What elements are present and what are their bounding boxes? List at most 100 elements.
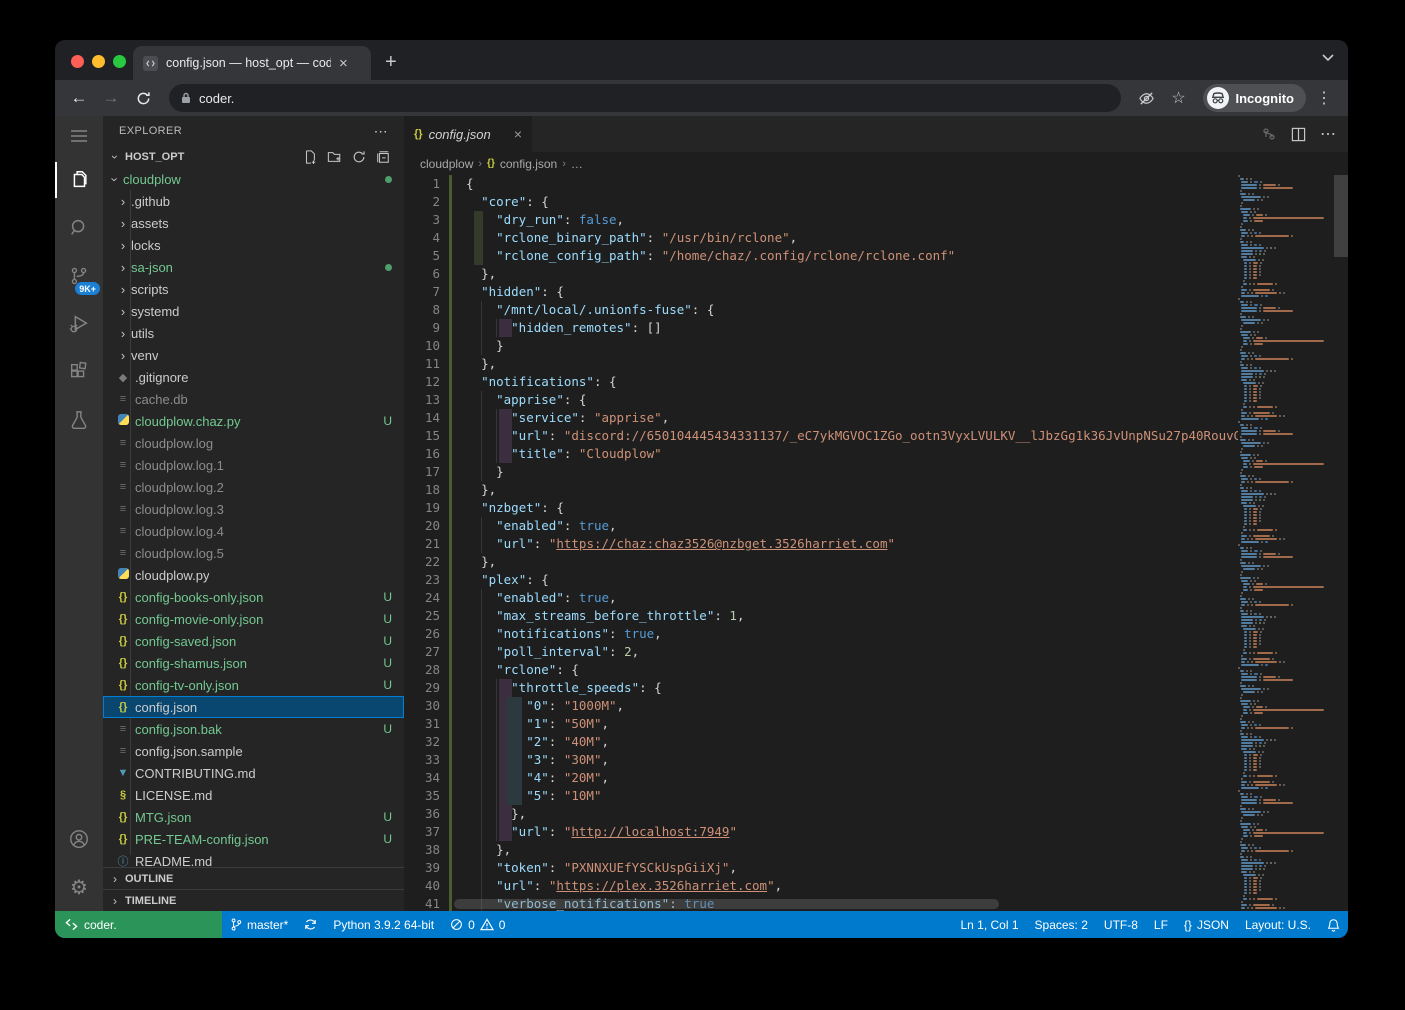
tree-item-locks[interactable]: ›locks bbox=[103, 234, 404, 256]
code-lines[interactable]: 1{2 "core": {3 "dry_run": false,4 "rclon… bbox=[404, 175, 1238, 911]
code-line-19[interactable]: 19 "nzbget": { bbox=[404, 499, 1238, 517]
tree-item-PRE-TEAM-config.json[interactable]: {}PRE-TEAM-config.jsonU bbox=[103, 828, 404, 850]
tree-item-cloudplow.log.2[interactable]: ≡cloudplow.log.2 bbox=[103, 476, 404, 498]
code-line-34[interactable]: 34 "4": "20M", bbox=[404, 769, 1238, 787]
code-line-31[interactable]: 31 "1": "50M", bbox=[404, 715, 1238, 733]
address-bar[interactable]: coder. bbox=[169, 84, 1121, 112]
keyboard-layout[interactable]: Layout: U.S. bbox=[1237, 911, 1319, 938]
refresh-icon[interactable] bbox=[352, 150, 366, 164]
breadcrumb-symbol[interactable]: … bbox=[571, 157, 583, 171]
menu-hamburger-icon[interactable] bbox=[55, 116, 103, 156]
chevron-right-icon[interactable]: › bbox=[115, 348, 131, 363]
new-tab-button[interactable]: + bbox=[385, 51, 397, 74]
tree-item-config.json.sample[interactable]: ≡config.json.sample bbox=[103, 740, 404, 762]
code-line-24[interactable]: 24 "enabled": true, bbox=[404, 589, 1238, 607]
code-line-33[interactable]: 33 "3": "30M", bbox=[404, 751, 1238, 769]
eol-indicator[interactable]: LF bbox=[1146, 911, 1176, 938]
reload-button[interactable] bbox=[129, 84, 157, 112]
settings-gear-icon[interactable]: ⚙ bbox=[55, 863, 103, 911]
code-line-3[interactable]: 3 "dry_run": false, bbox=[404, 211, 1238, 229]
tree-item-LICENSE.md[interactable]: §LICENSE.md bbox=[103, 784, 404, 806]
tree-item-cloudplow.chaz.py[interactable]: cloudplow.chaz.pyU bbox=[103, 410, 404, 432]
explorer-activity-icon[interactable] bbox=[55, 156, 103, 204]
browser-tab[interactable]: config.json — host_opt — code × bbox=[133, 46, 371, 80]
code-line-23[interactable]: 23 "plex": { bbox=[404, 571, 1238, 589]
code-line-18[interactable]: 18 }, bbox=[404, 481, 1238, 499]
code-line-20[interactable]: 20 "enabled": true, bbox=[404, 517, 1238, 535]
chevron-right-icon[interactable]: › bbox=[115, 194, 131, 209]
code-line-2[interactable]: 2 "core": { bbox=[404, 193, 1238, 211]
tree-item-systemd[interactable]: ›systemd bbox=[103, 300, 404, 322]
tree-item-.github[interactable]: ›.github bbox=[103, 190, 404, 212]
editor-tab-config-json[interactable]: {} config.json × bbox=[404, 116, 532, 152]
code-line-32[interactable]: 32 "2": "40M", bbox=[404, 733, 1238, 751]
browser-menu-icon[interactable]: ⋮ bbox=[1310, 84, 1338, 112]
tree-item-utils[interactable]: ›utils bbox=[103, 322, 404, 344]
breadcrumbs[interactable]: cloudplow › {} config.json › … bbox=[404, 152, 1348, 175]
code-line-13[interactable]: 13 "apprise": { bbox=[404, 391, 1238, 409]
run-debug-activity-icon[interactable] bbox=[55, 300, 103, 348]
tree-item-cloudplow.log.5[interactable]: ≡cloudplow.log.5 bbox=[103, 542, 404, 564]
code-line-22[interactable]: 22 }, bbox=[404, 553, 1238, 571]
chevron-right-icon[interactable]: › bbox=[115, 238, 131, 253]
tree-item-config-tv-only.json[interactable]: {}config-tv-only.jsonU bbox=[103, 674, 404, 696]
encoding[interactable]: UTF-8 bbox=[1096, 911, 1146, 938]
notifications-bell-icon[interactable] bbox=[1319, 911, 1348, 938]
code-line-37[interactable]: 37 "url": "http://localhost:7949" bbox=[404, 823, 1238, 841]
explorer-more-icon[interactable]: ⋯ bbox=[374, 123, 388, 140]
new-folder-icon[interactable] bbox=[327, 150, 342, 164]
code-line-35[interactable]: 35 "5": "10M" bbox=[404, 787, 1238, 805]
code-line-40[interactable]: 40 "url": "https://plex.3526harriet.com"… bbox=[404, 877, 1238, 895]
eye-off-icon[interactable] bbox=[1133, 84, 1161, 112]
code-line-39[interactable]: 39 "token": "PXNNXUEfYSCkUspGiiXj", bbox=[404, 859, 1238, 877]
code-line-14[interactable]: 14 "service": "apprise", bbox=[404, 409, 1238, 427]
cursor-position[interactable]: Ln 1, Col 1 bbox=[952, 911, 1026, 938]
breadcrumb-folder[interactable]: cloudplow bbox=[420, 157, 473, 171]
code-line-25[interactable]: 25 "max_streams_before_throttle": 1, bbox=[404, 607, 1238, 625]
code-line-27[interactable]: 27 "poll_interval": 2, bbox=[404, 643, 1238, 661]
account-icon[interactable] bbox=[55, 815, 103, 863]
testing-activity-icon[interactable] bbox=[55, 396, 103, 444]
language-mode[interactable]: {} JSON bbox=[1176, 911, 1237, 938]
chevron-right-icon[interactable]: › bbox=[115, 216, 131, 231]
code-line-36[interactable]: 36 }, bbox=[404, 805, 1238, 823]
tree-item-venv[interactable]: ›venv bbox=[103, 344, 404, 366]
code-line-28[interactable]: 28 "rclone": { bbox=[404, 661, 1238, 679]
tree-item-config.json.bak[interactable]: ≡config.json.bakU bbox=[103, 718, 404, 740]
code-line-30[interactable]: 30 "0": "1000M", bbox=[404, 697, 1238, 715]
tree-item-cloudplow.py[interactable]: cloudplow.py bbox=[103, 564, 404, 586]
code-line-1[interactable]: 1{ bbox=[404, 175, 1238, 193]
editor-more-actions-icon[interactable]: ⋯ bbox=[1320, 124, 1336, 144]
code-line-12[interactable]: 12 "notifications": { bbox=[404, 373, 1238, 391]
code-line-10[interactable]: 10 } bbox=[404, 337, 1238, 355]
tree-item-cloudplow.log.3[interactable]: ≡cloudplow.log.3 bbox=[103, 498, 404, 520]
chevron-right-icon[interactable]: › bbox=[115, 304, 131, 319]
code-line-16[interactable]: 16 "title": "Cloudplow" bbox=[404, 445, 1238, 463]
chevron-right-icon[interactable]: › bbox=[115, 282, 131, 297]
tree-item-MTG.json[interactable]: {}MTG.jsonU bbox=[103, 806, 404, 828]
tree-item-cloudplow.log.4[interactable]: ≡cloudplow.log.4 bbox=[103, 520, 404, 542]
timeline-section[interactable]: › TIMELINE bbox=[103, 889, 404, 911]
remote-indicator[interactable]: coder. bbox=[55, 911, 222, 938]
source-control-activity-icon[interactable]: 9K+ bbox=[55, 252, 103, 300]
indentation[interactable]: Spaces: 2 bbox=[1027, 911, 1096, 938]
forward-button[interactable]: → bbox=[97, 84, 125, 112]
tree-item-config-movie-only.json[interactable]: {}config-movie-only.jsonU bbox=[103, 608, 404, 630]
problems-indicator[interactable]: 0 0 bbox=[442, 911, 513, 938]
minimize-window-button[interactable] bbox=[92, 55, 105, 68]
extensions-activity-icon[interactable] bbox=[55, 348, 103, 396]
tree-item-config-saved.json[interactable]: {}config-saved.jsonU bbox=[103, 630, 404, 652]
code-line-11[interactable]: 11 }, bbox=[404, 355, 1238, 373]
code-line-6[interactable]: 6 }, bbox=[404, 265, 1238, 283]
chevron-right-icon[interactable]: › bbox=[115, 260, 131, 275]
split-editor-icon[interactable] bbox=[1291, 127, 1306, 142]
horizontal-scrollbar[interactable] bbox=[454, 899, 999, 909]
tab-search-chevron-icon[interactable] bbox=[1322, 54, 1334, 62]
code-line-21[interactable]: 21 "url": "https://chaz:chaz3526@nzbget.… bbox=[404, 535, 1238, 553]
code-line-9[interactable]: 9 "hidden_remotes": [] bbox=[404, 319, 1238, 337]
back-button[interactable]: ← bbox=[65, 84, 93, 112]
code-editor[interactable]: 1{2 "core": {3 "dry_run": false,4 "rclon… bbox=[404, 175, 1348, 911]
chevron-right-icon[interactable]: › bbox=[115, 326, 131, 341]
tree-item-sa-json[interactable]: ›sa-json bbox=[103, 256, 404, 278]
new-file-icon[interactable] bbox=[303, 150, 317, 164]
